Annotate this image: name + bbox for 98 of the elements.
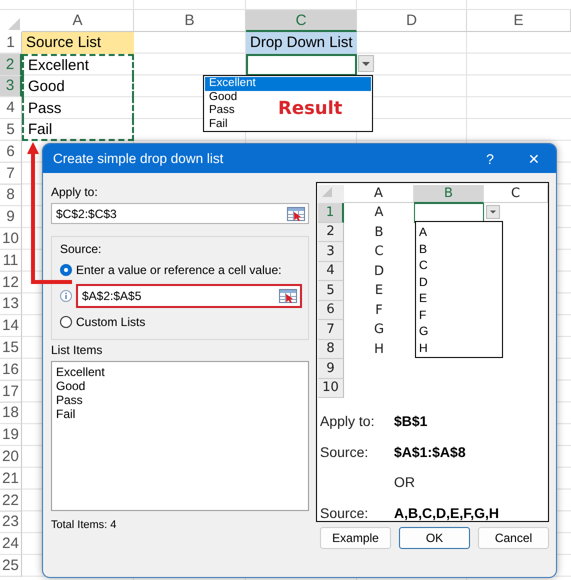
note-label: Source: xyxy=(320,444,370,460)
table-cell: Good xyxy=(22,76,134,98)
row-header[interactable]: 8 xyxy=(0,184,22,206)
radio-option[interactable]: Enter a value or reference a cell value: xyxy=(60,263,282,277)
row-header: 5 xyxy=(318,281,344,300)
column-header[interactable]: A xyxy=(22,10,134,32)
field-label: List Items xyxy=(51,343,104,357)
note-value: OR xyxy=(394,474,416,490)
dropdown-option: E xyxy=(419,290,499,306)
dropdown-option: A xyxy=(419,224,499,240)
row-header[interactable]: 3 xyxy=(0,76,22,98)
table-cell: Drop Down List xyxy=(246,32,357,54)
row-header[interactable]: 7 xyxy=(0,162,22,185)
table-cell-text: G xyxy=(372,321,386,340)
row-header[interactable]: 21 xyxy=(0,468,22,490)
row-header: 9 xyxy=(318,359,344,378)
row-header[interactable]: 20 xyxy=(0,446,22,468)
column-header[interactable]: E xyxy=(467,10,571,32)
row-header[interactable]: 11 xyxy=(0,250,22,272)
column-header[interactable]: C xyxy=(246,10,357,32)
row-header[interactable]: 24 xyxy=(0,533,22,556)
table-cell: Pass xyxy=(22,97,134,120)
dropdown-option[interactable]: Fail xyxy=(205,118,230,131)
note-value: $B$1 xyxy=(394,413,428,430)
range-select-icon[interactable] xyxy=(287,206,305,220)
table-cell-text: B xyxy=(374,224,384,242)
row-header: 8 xyxy=(318,340,344,359)
table-cell-text: D xyxy=(372,262,385,281)
apply-to-field[interactable]: $C$2:$C$3 xyxy=(51,203,309,224)
row-header[interactable]: 17 xyxy=(0,380,22,403)
row-header[interactable]: 13 xyxy=(0,294,22,316)
row-header[interactable]: 5 xyxy=(0,119,22,141)
close-button[interactable]: ✕ xyxy=(512,150,556,166)
dropdown-option: C xyxy=(419,257,499,274)
table-cell: Excellent xyxy=(22,54,134,76)
dropdown-option: F xyxy=(419,306,499,323)
row-header[interactable]: 2 xyxy=(0,54,22,76)
range-select-icon[interactable] xyxy=(279,289,297,303)
table-cell: Fail xyxy=(22,119,134,141)
row-header[interactable]: 9 xyxy=(0,206,22,228)
table-cell-text: H xyxy=(373,340,385,359)
field-label: Apply to: xyxy=(51,185,99,199)
dropdown-option: H xyxy=(419,340,499,356)
row-header[interactable]: 6 xyxy=(0,140,22,163)
row-header[interactable]: 18 xyxy=(0,402,22,424)
row-header: 4 xyxy=(318,262,344,281)
list-item[interactable]: Good xyxy=(56,379,304,393)
dropdown-arrow-icon[interactable] xyxy=(358,55,374,72)
row-header: 1 xyxy=(318,203,344,222)
result-label: Result xyxy=(278,98,342,119)
row-header[interactable]: 16 xyxy=(0,358,22,381)
table-cell-text: C xyxy=(373,243,385,262)
row-header[interactable]: 15 xyxy=(0,337,22,359)
row-header: 2 xyxy=(318,222,344,242)
row-header[interactable]: 25 xyxy=(0,555,22,577)
window-title: Create simple drop down list xyxy=(53,151,224,166)
note-value: $A$1:$A$8 xyxy=(394,444,467,460)
dropdown-option: G xyxy=(419,323,499,340)
table-cell-text: A xyxy=(374,204,384,222)
list-item[interactable]: Pass xyxy=(56,393,304,407)
list-item[interactable]: Excellent xyxy=(56,365,304,379)
row-header: 6 xyxy=(318,300,344,320)
ok-button[interactable]: OK xyxy=(399,527,470,549)
row-header[interactable]: 4 xyxy=(0,97,22,120)
note-value: A,B,C,D,E,F,G,H xyxy=(394,504,500,521)
note-label: Source: xyxy=(320,504,370,521)
dropdown-option[interactable]: Pass xyxy=(205,104,237,118)
cancel-button[interactable]: Cancel xyxy=(478,527,549,549)
table-cell-text: E xyxy=(374,282,384,300)
row-header[interactable]: 22 xyxy=(0,490,22,512)
row-header[interactable]: 12 xyxy=(0,272,22,294)
dropdown-option: D xyxy=(419,274,499,290)
column-header[interactable]: B xyxy=(134,10,246,32)
column-header: C xyxy=(484,185,548,203)
table-cell: Source List xyxy=(22,32,134,54)
help-button[interactable]: ? xyxy=(468,150,512,166)
row-header[interactable]: 23 xyxy=(0,512,22,534)
group-label: Source: xyxy=(60,242,102,256)
row-header[interactable]: 10 xyxy=(0,228,22,250)
column-header: A xyxy=(344,185,414,203)
dropdown-option[interactable]: Good xyxy=(205,90,240,104)
source-field[interactable]: $A$2:$A$5 xyxy=(76,284,302,308)
info-icon[interactable] xyxy=(60,290,72,302)
table-cell-text: F xyxy=(374,302,384,320)
row-header[interactable]: 19 xyxy=(0,424,22,446)
row-header: 3 xyxy=(318,242,344,262)
dropdown-option[interactable]: Excellent xyxy=(205,77,371,90)
example-button[interactable]: Example xyxy=(320,527,391,549)
item-count: Total Items: 4 xyxy=(51,519,118,531)
row-header: 10 xyxy=(318,378,344,398)
list-item[interactable]: Fail xyxy=(56,407,304,421)
dropdown-option: B xyxy=(419,240,499,257)
column-header: B xyxy=(414,185,484,203)
row-header: 7 xyxy=(318,320,344,340)
row-header[interactable]: 14 xyxy=(0,315,22,338)
note-label: Apply to: xyxy=(320,413,376,430)
column-header[interactable]: D xyxy=(357,10,467,32)
radio-option[interactable]: Custom Lists xyxy=(60,315,146,329)
